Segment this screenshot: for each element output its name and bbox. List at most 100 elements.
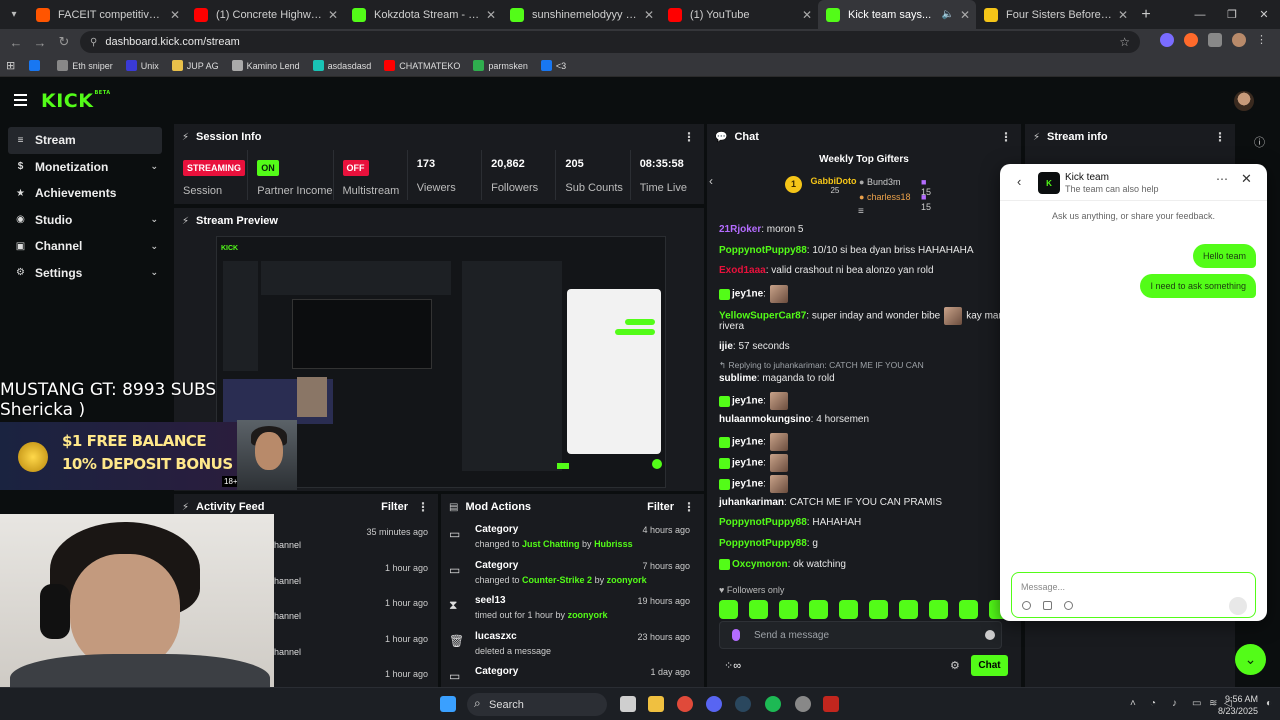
scroll-down-button[interactable]: ⌄ <box>1235 644 1266 675</box>
browser-tab[interactable]: sunshinemelodyyy Stream - Wa ✕ <box>502 0 660 29</box>
emote-icon[interactable] <box>779 600 798 619</box>
bookmark-item[interactable]: <3 <box>540 60 566 71</box>
discord-icon[interactable] <box>706 696 722 712</box>
tab-close-icon[interactable]: ✕ <box>170 8 180 22</box>
browser-tab[interactable]: FACEIT competitive match - FACEIT ✕ <box>28 0 186 29</box>
bookmark-item[interactable]: parmsken <box>473 60 528 71</box>
tab-close-icon[interactable]: ✕ <box>644 8 654 22</box>
chat-message-input[interactable]: Send a message <box>719 621 1002 649</box>
kick-logo[interactable]: KICKBETA <box>41 90 111 112</box>
tray-chevron-icon[interactable]: ˄ <box>1130 698 1136 709</box>
emote-icon[interactable] <box>959 600 978 619</box>
bookmark-item[interactable]: Kamino Lend <box>231 60 300 71</box>
notifications-icon[interactable]: ◐ <box>1266 698 1272 709</box>
sidebar-item-settings[interactable]: ⚙ Settings ⌄ <box>0 260 170 287</box>
mic-icon[interactable] <box>732 629 740 641</box>
gif-icon[interactable] <box>1043 601 1052 610</box>
emoji-icon[interactable] <box>1022 601 1031 610</box>
apps-icon[interactable]: ⊞ <box>6 59 15 72</box>
more-icon[interactable]: ⋮ <box>683 500 695 514</box>
widget-message-input[interactable]: Message... <box>1011 572 1256 618</box>
maximize-icon[interactable]: ❐ <box>1216 0 1248 29</box>
taskbar-search[interactable]: Search <box>467 693 607 716</box>
more-icon[interactable]: ⋯ <box>1216 172 1228 186</box>
status-badge[interactable]: ON <box>257 160 279 176</box>
attach-icon[interactable] <box>1064 601 1073 610</box>
emote-icon[interactable] <box>749 600 768 619</box>
gifter-name[interactable]: Bund3m <box>867 177 901 187</box>
chat-username[interactable]: jey1ne <box>732 289 763 300</box>
microphone-icon[interactable]: ♪ <box>1172 698 1177 709</box>
chat-username[interactable]: PoppynotPuppy88 <box>719 245 807 256</box>
profile-avatar[interactable] <box>1232 33 1246 47</box>
browser-menu-icon[interactable]: ⋮ <box>1256 33 1270 47</box>
sidebar-item-channel[interactable]: ▣ Channel ⌄ <box>0 233 170 260</box>
browser-tab[interactable]: (1) YouTube ✕ <box>660 0 818 29</box>
extensions-puzzle-icon[interactable] <box>1208 33 1222 47</box>
more-icon[interactable]: ⋮ <box>683 130 695 144</box>
emote-icon[interactable] <box>809 600 828 619</box>
kick-points-icon[interactable]: ⁘∞ <box>724 659 741 672</box>
chevron-down-icon[interactable]: ⌄ <box>150 214 158 225</box>
extension-icon[interactable] <box>1184 33 1198 47</box>
bookmark-item[interactable] <box>29 60 44 71</box>
chat-username[interactable]: jey1ne <box>732 396 763 407</box>
mod-detail-highlight[interactable]: Just Chatting <box>522 539 580 549</box>
minimize-icon[interactable]: — <box>1184 0 1216 29</box>
more-icon[interactable]: ⋮ <box>1214 130 1226 144</box>
close-icon[interactable]: ✕ <box>1241 171 1252 187</box>
tab-close-icon[interactable]: ✕ <box>802 8 812 22</box>
mod-filter-button[interactable]: Filter <box>647 501 674 513</box>
more-icon[interactable]: ⋮ <box>417 500 429 514</box>
url-bar[interactable]: ⚲ dashboard.kick.com/stream ☆ <box>80 31 1140 53</box>
info-icon[interactable]: ⓘ <box>1254 134 1265 150</box>
sidebar-item-studio[interactable]: ◉ Studio ⌄ <box>0 207 170 234</box>
emoji-icon[interactable] <box>985 630 995 640</box>
emote-icon[interactable] <box>869 600 888 619</box>
emote-icon[interactable] <box>719 600 738 619</box>
emote-icon[interactable] <box>929 600 948 619</box>
windows-start-icon[interactable] <box>440 696 456 712</box>
tab-close-icon[interactable]: ✕ <box>486 8 496 22</box>
chevron-down-icon[interactable]: ⌄ <box>150 161 158 172</box>
mod-detail-highlight[interactable]: zoonyork <box>607 575 647 585</box>
spotify-icon[interactable] <box>765 696 781 712</box>
bookmark-item[interactable]: Eth sniper <box>57 60 113 71</box>
sidebar-item-achievements[interactable]: ★ Achievements <box>0 180 170 207</box>
chevron-down-icon[interactable]: ⌄ <box>150 267 158 278</box>
bookmark-item[interactable]: JUP AG <box>171 60 219 71</box>
chat-username[interactable]: Oxcymoron <box>732 559 788 570</box>
chat-username[interactable]: jey1ne <box>732 479 763 490</box>
site-info-icon[interactable]: ⚲ <box>90 37 97 48</box>
browser-tab[interactable]: Four Sisters Before the Weddin ✕ <box>976 0 1134 29</box>
send-chat-button[interactable]: Chat <box>971 655 1008 676</box>
chat-username[interactable]: PoppynotPuppy88 <box>719 517 807 528</box>
mod-detail-highlight[interactable]: Counter-Strike 2 <box>522 575 592 585</box>
browser-tab[interactable]: Kick team says... 🔈 ✕ <box>818 0 976 29</box>
chat-username[interactable]: hulaanmokungsino <box>719 414 811 425</box>
bookmark-item[interactable]: CHATMATEKO <box>384 60 460 71</box>
app-icon[interactable] <box>823 696 839 712</box>
browser-tab[interactable]: Kokzdota Stream - Watch Live o ✕ <box>344 0 502 29</box>
chat-username[interactable]: PoppynotPuppy88 <box>719 538 807 549</box>
chat-username[interactable]: juhankariman <box>719 497 784 508</box>
back-icon[interactable]: ← <box>4 35 28 50</box>
chat-username[interactable]: jey1ne <box>732 458 763 469</box>
gifter-name[interactable]: charless18 <box>867 192 911 202</box>
reload-icon[interactable]: ↻ <box>52 34 76 50</box>
tab-close-icon[interactable]: ✕ <box>960 8 970 22</box>
sidebar-item-monetization[interactable]: $ Monetization ⌄ <box>0 154 170 181</box>
chat-username[interactable]: jey1ne <box>732 437 763 448</box>
chrome-icon[interactable] <box>677 696 693 712</box>
user-avatar[interactable] <box>1234 91 1254 111</box>
browser-tab[interactable]: (1) Concrete Highway Barrier vs ✕ <box>186 0 344 29</box>
back-icon[interactable]: ‹ <box>1017 174 1021 189</box>
chat-username[interactable]: sublime <box>719 373 757 384</box>
system-clock[interactable]: 9:56 AM 8/23/2025 <box>1218 693 1258 717</box>
new-tab-button[interactable]: + <box>1134 6 1158 24</box>
task-view-icon[interactable] <box>620 696 636 712</box>
tab-audio-icon[interactable]: 🔈 <box>941 9 953 20</box>
menu-icon[interactable] <box>14 94 27 109</box>
send-icon[interactable] <box>1229 597 1247 615</box>
activity-filter-button[interactable]: Filter <box>381 501 408 513</box>
